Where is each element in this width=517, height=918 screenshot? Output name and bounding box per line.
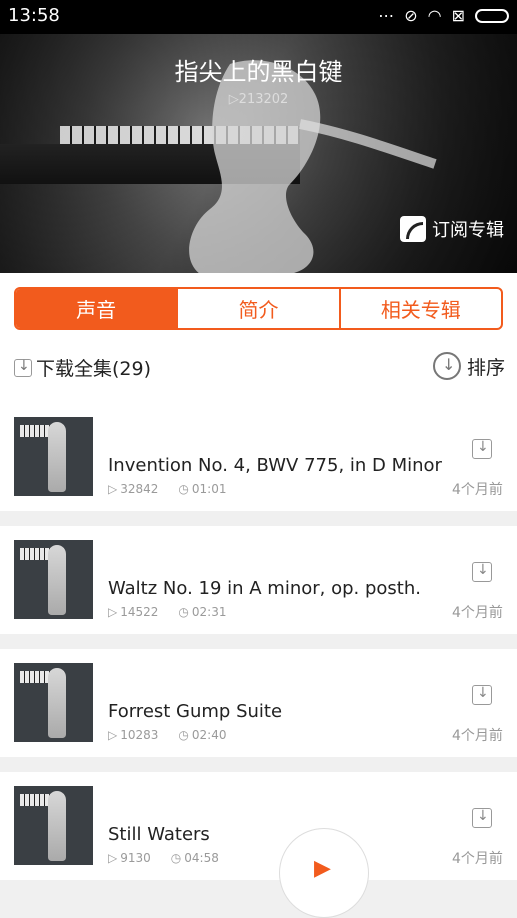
- track-title: Waltz No. 19 in A minor, op. posth.: [108, 578, 421, 599]
- track-row[interactable]: Forrest Gump Suite 10283 02:40 4个月前: [0, 649, 517, 757]
- tab-related-albums[interactable]: 相关专辑: [341, 289, 501, 328]
- sort-label: 排序: [466, 356, 505, 379]
- download-all-button[interactable]: 下载全集(29): [14, 354, 151, 381]
- download-icon: [14, 358, 32, 377]
- track-duration: 02:31: [178, 605, 227, 619]
- track-age: 4个月前: [452, 728, 503, 744]
- album-header: 指尖上的黑白键 ▷213202 订阅专辑: [0, 34, 517, 273]
- track-meta: 10283 02:40: [108, 728, 227, 742]
- status-time: 13:58: [8, 5, 60, 26]
- sort-icon: [432, 352, 461, 380]
- album-tabs-area: 声音 简介 相关专辑 下载全集(29) 排序: [0, 273, 517, 403]
- track-row[interactable]: Still Waters 9130 04:58 4个月前: [0, 772, 517, 880]
- track-age: 4个月前: [452, 605, 503, 621]
- track-meta: 14522 02:31: [108, 605, 227, 619]
- battery-icon: [475, 8, 509, 23]
- status-icons: ⋯ ⊘ ◠ ⊠: [378, 6, 509, 25]
- track-age: 4个月前: [452, 851, 503, 867]
- tab-intro[interactable]: 简介: [178, 289, 341, 328]
- track-duration: 01:01: [178, 482, 227, 496]
- track-thumbnail: [14, 786, 93, 865]
- subscribe-label: 订阅专辑: [432, 220, 504, 241]
- wifi-icon: ◠: [427, 6, 442, 25]
- album-title: 指尖上的黑白键: [174, 58, 343, 86]
- track-row[interactable]: Invention No. 4, BWV 775, in D Minor 328…: [0, 403, 517, 511]
- track-meta: 32842 01:01: [108, 482, 227, 496]
- sort-button[interactable]: 排序: [432, 352, 505, 380]
- track-plays: 10283: [108, 728, 158, 742]
- mute-icon: ⊘: [404, 6, 418, 25]
- track-duration: 04:58: [171, 851, 219, 865]
- track-download-icon[interactable]: [472, 685, 492, 705]
- track-download-icon[interactable]: [472, 439, 492, 459]
- track-row[interactable]: Waltz No. 19 in A minor, op. posth. 1452…: [0, 526, 517, 634]
- track-title: Invention No. 4, BWV 775, in D Minor: [108, 455, 442, 476]
- track-download-icon[interactable]: [472, 562, 492, 582]
- track-plays: 14522: [108, 605, 158, 619]
- sim-icon: ⊠: [451, 6, 465, 25]
- track-download-icon[interactable]: [472, 808, 492, 828]
- track-title: Forrest Gump Suite: [108, 701, 283, 722]
- tab-sounds[interactable]: 声音: [16, 289, 179, 328]
- album-tabs: 声音 简介 相关专辑: [14, 287, 503, 330]
- subscribe-button[interactable]: 订阅专辑: [400, 216, 504, 242]
- track-meta: 9130 04:58: [108, 851, 219, 865]
- floating-play-button[interactable]: [279, 828, 369, 918]
- track-title: Still Waters: [108, 824, 210, 845]
- album-play-count: ▷213202: [228, 92, 289, 107]
- rss-icon: [400, 216, 426, 242]
- track-plays: 32842: [108, 482, 158, 496]
- track-plays: 9130: [108, 851, 151, 865]
- more-icon: ⋯: [378, 6, 395, 25]
- download-all-label: 下载全集(29): [36, 358, 152, 380]
- track-age: 4个月前: [452, 482, 503, 498]
- track-duration: 02:40: [178, 728, 227, 742]
- status-bar: 13:58 ⋯ ⊘ ◠ ⊠: [0, 0, 517, 34]
- track-thumbnail: [14, 417, 93, 496]
- track-thumbnail: [14, 540, 93, 619]
- track-thumbnail: [14, 663, 93, 742]
